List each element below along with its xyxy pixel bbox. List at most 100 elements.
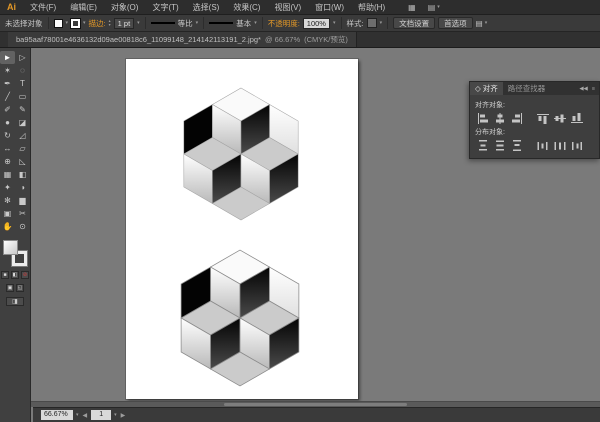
gradient-tool[interactable]: ◧ [15,168,30,181]
stroke-swatch[interactable] [70,17,82,29]
line-segment-tool[interactable]: ╱ [0,90,15,103]
eyedropper-tool[interactable]: ✦ [0,181,15,194]
panel-menu-icon[interactable]: ≡ [592,86,595,92]
align-top-button[interactable] [535,112,550,125]
scrollbar-thumb[interactable] [224,403,407,406]
mesh-tool[interactable]: ▦ [0,168,15,181]
align-panel: ◇ 对齐 路径查找器 ◀◀ ≡ 对齐对象: 分布对象: [469,81,600,159]
align-bottom-button[interactable] [569,112,584,125]
opacity-field[interactable]: 100% [302,17,330,29]
artboard-tool[interactable]: ▣ [0,207,15,220]
cube-pattern-bottom[interactable] [180,249,300,387]
eraser-tool[interactable]: ◪ [15,116,30,129]
stroke-weight-field[interactable]: 1 pt [113,17,135,29]
paintbrush-tool[interactable]: ✐ [0,103,15,116]
magic-wand-tool[interactable]: ✶ [0,64,15,77]
workspace-switcher[interactable]: ▤ ▾ [428,3,440,12]
menu-help[interactable]: 帮助(H) [351,0,392,14]
free-transform-tool[interactable]: ▱ [15,142,30,155]
tab-align[interactable]: ◇ 对齐 [470,82,503,95]
blob-brush-tool[interactable]: ● [0,116,15,129]
menu-view[interactable]: 视图(V) [267,0,308,14]
screen-mode-button[interactable]: ◨ [6,297,24,306]
collapse-panel-icon[interactable]: ◀◀ [579,86,587,92]
align-left-button[interactable] [475,112,490,125]
align-options-icon[interactable]: ▤ ▾ [476,19,488,28]
gradient-button[interactable]: ◧ [11,271,19,279]
menu-effect[interactable]: 效果(C) [226,0,267,14]
align-objects-label: 对齐对象: [475,102,505,109]
zoom-level-field[interactable]: 66.67% [41,410,73,420]
width-tool[interactable]: ↔ [0,142,15,155]
color-button[interactable]: ■ [1,271,9,279]
perspective-grid-tool[interactable]: ◺ [15,155,30,168]
draw-behind-button[interactable]: ◱ [16,284,24,292]
rectangle-tool[interactable]: ▭ [15,90,30,103]
opacity-label[interactable]: 不透明度: [268,18,300,29]
distribute-right-button[interactable] [569,139,584,152]
fill-swatch[interactable] [53,18,63,28]
canvas[interactable]: ◇ 对齐 路径查找器 ◀◀ ≡ 对齐对象: 分布对象: [31,48,600,422]
none-button[interactable]: ⊘ [21,271,29,279]
pencil-tool[interactable]: ✎ [15,103,30,116]
chevron-down-icon[interactable]: ▾ [254,20,257,26]
preferences-button[interactable]: 首选项 [438,17,473,29]
tab-pathfinder[interactable]: 路径查找器 [503,82,551,95]
symbol-sprayer-tool[interactable]: ✻ [0,194,15,207]
chevron-down-icon[interactable]: ▾ [196,20,199,26]
type-tool[interactable]: T [15,77,30,90]
distribute-top-button[interactable] [475,139,490,152]
chevron-down-icon[interactable]: ▾ [83,20,86,26]
chevron-down-icon[interactable]: ▾ [66,20,69,26]
shape-builder-tool[interactable]: ⊕ [0,155,15,168]
zoom-tool[interactable]: ⊙ [15,220,30,233]
align-vertical-center-button[interactable] [552,112,567,125]
menu-type[interactable]: 文字(T) [145,0,185,14]
artboard[interactable] [126,59,358,399]
fill-color-well[interactable] [3,240,18,255]
arrange-documents-icon[interactable]: ▦ [408,3,416,12]
next-artboard-icon[interactable]: ▶ [120,412,127,419]
first-artboard-icon[interactable]: ◀ [82,412,89,419]
align-right-button[interactable] [509,112,524,125]
chevron-down-icon[interactable]: ▾ [114,412,117,418]
selection-tool[interactable]: ► [0,51,15,64]
direct-selection-tool[interactable]: ▷ [15,51,30,64]
chevron-down-icon[interactable]: ▾ [380,20,383,26]
cube-pattern-top[interactable] [183,87,299,221]
stroke-weight-stepper[interactable]: ▴ ▾ [109,19,111,27]
rotate-tool[interactable]: ↻ [0,129,15,142]
distribute-bottom-button[interactable] [509,139,524,152]
align-horizontal-center-button[interactable] [492,112,507,125]
menu-window[interactable]: 窗口(W) [308,0,351,14]
draw-normal-button[interactable]: ▣ [6,284,14,292]
document-tab[interactable]: ba95aaf78001e4636132d09ae00818c6_1109914… [8,32,357,47]
brush-value[interactable]: 基本 [236,18,251,29]
column-graph-tool[interactable]: ▆ [15,194,30,207]
hand-tool[interactable]: ✋ [0,220,15,233]
menu-file[interactable]: 文件(F) [23,0,63,14]
chevron-down-icon[interactable]: ▾ [137,20,140,26]
document-zoom-level: @ 66.67% [264,35,301,44]
panel-controls: ◀◀ ≡ [579,82,599,95]
menu-edit[interactable]: 编辑(E) [63,0,104,14]
blend-tool[interactable]: ◑ [15,181,30,194]
menu-object[interactable]: 对象(O) [104,0,146,14]
distribute-objects-row [475,139,594,152]
distribute-vertical-center-button[interactable] [492,139,507,152]
chevron-down-icon[interactable]: ▾ [333,20,336,26]
menu-select[interactable]: 选择(S) [186,0,227,14]
artboard-nav-field[interactable]: 1 [91,410,112,420]
style-swatch[interactable] [366,18,377,28]
divider [387,17,389,29]
slice-tool[interactable]: ✂ [15,207,30,220]
distribute-horizontal-center-button[interactable] [552,139,567,152]
stroke-weight-label[interactable]: 描边: [89,18,106,29]
scale-tool[interactable]: ◿ [15,129,30,142]
lasso-tool[interactable]: ◌ [15,64,30,77]
document-setup-button[interactable]: 文档设置 [393,17,436,29]
pen-tool[interactable]: ✒ [0,77,15,90]
chevron-down-icon[interactable]: ▾ [76,412,79,418]
distribute-left-button[interactable] [535,139,550,152]
profile-value[interactable]: 等比 [178,18,193,29]
